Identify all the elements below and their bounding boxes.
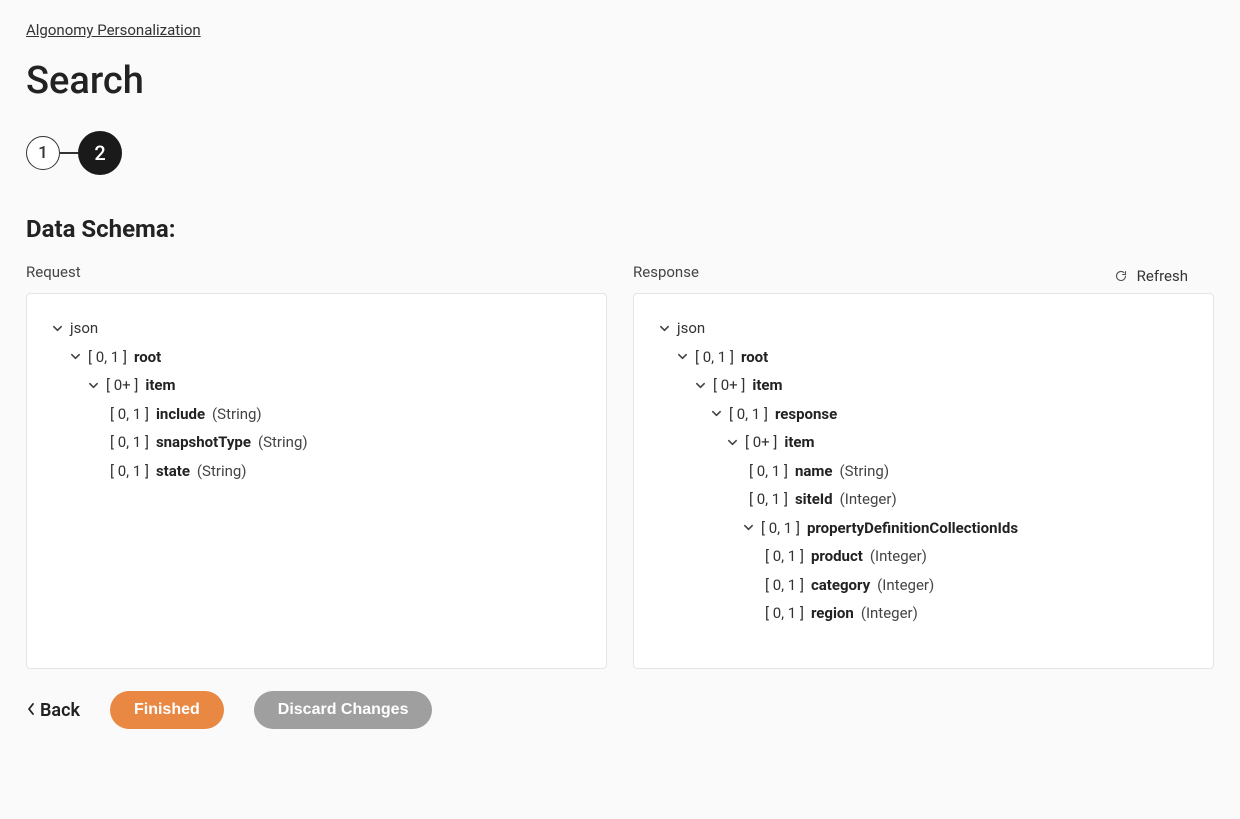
node-type: (Integer) [870,542,927,571]
node-name: name [795,457,833,486]
cardinality-range: [ 0+ ] [745,428,777,457]
tree-row[interactable]: [ 0+ ]item [51,371,582,400]
node-name: siteId [795,485,833,514]
tree-row[interactable]: json [658,314,1189,343]
cardinality-range: [ 0+ ] [713,371,745,400]
finished-button[interactable]: Finished [110,691,224,729]
chevron-down-icon [694,379,706,391]
response-schema-box: json[ 0, 1 ]root[ 0+ ]item[ 0, 1 ]respon… [633,293,1214,669]
chevron-down-icon [51,322,63,334]
chevron-down-icon [710,408,722,420]
node-name: region [811,599,854,628]
request-column: Request json[ 0, 1 ]root[ 0+ ]item[ 0, 1… [26,291,607,669]
tree-row: [ 0, 1 ]product(Integer) [658,542,1189,571]
page-title: Search [26,59,1214,103]
cardinality-range: [ 0, 1 ] [765,542,804,571]
node-name: root [741,343,768,372]
tree-row[interactable]: [ 0, 1 ] root [51,343,582,372]
node-type: (Integer) [877,571,934,600]
node-name: propertyDefinitionCollectionIds [807,514,1018,543]
cardinality-range: [ 0, 1 ] [729,400,768,429]
cardinality-range: [ 0, 1 ] [749,457,788,486]
cardinality-range: [ 0, 1 ] [110,400,149,429]
response-column: Response json[ 0, 1 ]root[ 0+ ]item[ 0, … [633,291,1214,669]
back-button[interactable]: Back [26,700,80,721]
step-connector [60,152,78,154]
cardinality-range: [ 0, 1 ] [761,514,800,543]
cardinality-range: [ 0, 1 ] [110,428,149,457]
node-type: (String) [258,428,308,457]
cardinality-range: [ 0, 1 ] [695,343,734,372]
discard-button[interactable]: Discard Changes [254,691,433,729]
node-name: state [156,457,190,486]
tree-row[interactable]: [ 0+ ]item [658,371,1189,400]
request-schema-box: json[ 0, 1 ]root[ 0+ ]item[ 0, 1 ]includ… [26,293,607,669]
cardinality-range: [ 0, 1 ] [765,571,804,600]
step-1[interactable]: 1 [26,136,60,170]
cardinality-range: [ 0, 1 ] [110,457,149,486]
actions-row: Back Finished Discard Changes [26,691,1214,729]
node-name: include [156,400,205,429]
breadcrumb[interactable]: Algonomy Personalization [26,21,201,39]
chevron-left-icon [26,700,36,721]
tree-row[interactable]: [ 0, 1 ] root [658,343,1189,372]
node-type: (String) [197,457,247,486]
node-name: response [775,400,837,429]
tree-row[interactable]: [ 0, 1 ]propertyDefinitionCollectionIds [658,514,1189,543]
chevron-down-icon [726,436,738,448]
cardinality-range: [ 0, 1 ] [765,599,804,628]
node-name: json [677,314,705,343]
chevron-down-icon [742,522,754,534]
tree-row: [ 0, 1 ]state(String) [51,457,582,486]
node-name: item [784,428,814,457]
node-name: category [811,571,870,600]
tree-row: [ 0, 1 ]include(String) [51,400,582,429]
chevron-down-icon [676,351,688,363]
tree-row: [ 0, 1 ]region(Integer) [658,599,1189,628]
cardinality-range: [ 0, 1 ] [749,485,788,514]
step-2[interactable]: 2 [78,131,122,175]
node-type: (String) [212,400,262,429]
tree-row: [ 0, 1 ]category(Integer) [658,571,1189,600]
request-label: Request [26,263,607,281]
tree-row[interactable]: [ 0+ ]item [658,428,1189,457]
node-type: (String) [839,457,889,486]
node-name: root [134,343,161,372]
response-label: Response [633,263,1214,281]
back-label: Back [40,700,80,721]
tree-row: [ 0, 1 ]snapshotType(String) [51,428,582,457]
node-name: item [752,371,782,400]
node-type: (Integer) [861,599,918,628]
node-name: product [811,542,863,571]
node-type: (Integer) [840,485,897,514]
tree-row[interactable]: json [51,314,582,343]
cardinality-range: [ 0, 1 ] [88,343,127,372]
section-title: Data Schema: [26,215,1214,243]
node-name: snapshotType [156,428,251,457]
tree-row: [ 0, 1 ]name(String) [658,457,1189,486]
cardinality-range: [ 0+ ] [106,371,138,400]
chevron-down-icon [69,351,81,363]
node-name: json [70,314,98,343]
tree-row: [ 0, 1 ]siteId(Integer) [658,485,1189,514]
chevron-down-icon [87,379,99,391]
tree-row[interactable]: [ 0, 1 ]response [658,400,1189,429]
stepper: 1 2 [26,131,1214,175]
node-name: item [145,371,175,400]
chevron-down-icon [658,322,670,334]
